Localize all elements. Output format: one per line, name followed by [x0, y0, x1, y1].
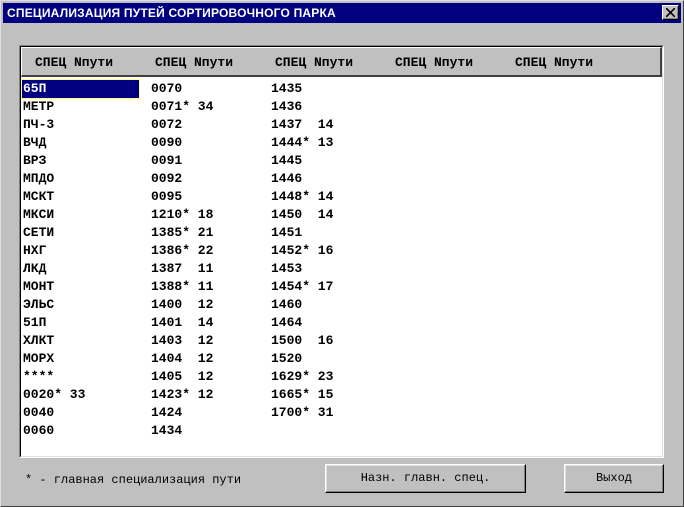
list-item[interactable]: 0071* 34: [150, 98, 217, 116]
header-col-1: СПЕЦ Nпути: [35, 55, 114, 70]
list-item[interactable]: ЛКД: [22, 260, 139, 278]
list-column-2: 0070 0071* 34 0072 0090 0091 0092 0095 1210* 18…: [150, 80, 217, 440]
track-list[interactable]: СПЕЦ Nпути СПЕЦ Nпути СПЕЦ Nпути СПЕЦ Nп…: [19, 45, 664, 458]
list-item[interactable]: 1445: [270, 152, 337, 170]
list-item[interactable]: 1665* 15: [270, 386, 337, 404]
list-item[interactable]: МКСИ: [22, 206, 139, 224]
list-item[interactable]: 1500 16: [270, 332, 337, 350]
header-col-4: СПЕЦ Nпути: [395, 55, 474, 70]
list-item[interactable]: МОНТ: [22, 278, 139, 296]
list-item[interactable]: МПДО: [22, 170, 139, 188]
list-item[interactable]: 1464: [270, 314, 337, 332]
list-item[interactable]: 1403 12: [150, 332, 217, 350]
close-icon: [666, 8, 675, 17]
list-item[interactable]: 65П: [21, 79, 140, 99]
list-item[interactable]: 1437 14: [270, 116, 337, 134]
header-col-2: СПЕЦ Nпути: [155, 55, 234, 70]
list-item[interactable]: 1452* 16: [270, 242, 337, 260]
track-list-inner: СПЕЦ Nпути СПЕЦ Nпути СПЕЦ Nпути СПЕЦ Nп…: [20, 46, 663, 457]
list-column-1: 65П МЕТР ПЧ-3 ВЧД ВРЗ МПДО МСКТ МКСИ СЕТИ НХГ ЛКД М…: [21, 79, 140, 440]
list-item[interactable]: 0072: [150, 116, 217, 134]
title-bar: СПЕЦИАЛИЗАЦИЯ ПУТЕЙ СОРТИРОВОЧНОГО ПАРКА: [3, 3, 681, 23]
list-item[interactable]: 1629* 23: [270, 368, 337, 386]
list-item[interactable]: 0020* 33: [22, 386, 139, 404]
footnote: * - главная специализация пути: [25, 473, 242, 487]
list-item[interactable]: ХЛКТ: [22, 332, 139, 350]
list-item[interactable]: 1453: [270, 260, 337, 278]
list-item[interactable]: ЭЛЬС: [22, 296, 139, 314]
list-item[interactable]: ****: [22, 368, 139, 386]
list-item[interactable]: 0091: [150, 152, 217, 170]
list-item[interactable]: ПЧ-3: [22, 116, 139, 134]
list-item[interactable]: МЕТР: [22, 98, 139, 116]
list-item[interactable]: 1404 12: [150, 350, 217, 368]
list-item[interactable]: 1446: [270, 170, 337, 188]
header-col-3: СПЕЦ Nпути: [275, 55, 354, 70]
list-item[interactable]: 1387 11: [150, 260, 217, 278]
list-item[interactable]: МОРХ: [22, 350, 139, 368]
list-item[interactable]: НХГ: [22, 242, 139, 260]
list-item[interactable]: 0090: [150, 134, 217, 152]
list-item[interactable]: 1448* 14: [270, 188, 337, 206]
list-item[interactable]: 1388* 11: [150, 278, 217, 296]
list-item[interactable]: 1423* 12: [150, 386, 217, 404]
list-item[interactable]: 1460: [270, 296, 337, 314]
list-header: СПЕЦ Nпути СПЕЦ Nпути СПЕЦ Nпути СПЕЦ Nп…: [21, 47, 662, 77]
list-item[interactable]: 1450 14: [270, 206, 337, 224]
list-item[interactable]: 0040: [22, 404, 139, 422]
main-window: СПЕЦИАЛИЗАЦИЯ ПУТЕЙ СОРТИРОВОЧНОГО ПАРКА…: [0, 0, 684, 507]
list-item[interactable]: ВРЗ: [22, 152, 139, 170]
list-item[interactable]: 1700* 31: [270, 404, 337, 422]
list-item[interactable]: 0095: [150, 188, 217, 206]
list-item[interactable]: 1435: [270, 80, 337, 98]
list-item[interactable]: 1405 12: [150, 368, 217, 386]
list-item[interactable]: 1451: [270, 224, 337, 242]
list-item[interactable]: МСКТ: [22, 188, 139, 206]
list-item[interactable]: 1444* 13: [270, 134, 337, 152]
list-item[interactable]: СЕТИ: [22, 224, 139, 242]
list-item[interactable]: 1424: [150, 404, 217, 422]
list-item[interactable]: 1385* 21: [150, 224, 217, 242]
list-item[interactable]: 1400 12: [150, 296, 217, 314]
list-item[interactable]: 1434: [150, 422, 217, 440]
exit-button[interactable]: Выход: [564, 464, 664, 493]
list-item[interactable]: 1386* 22: [150, 242, 217, 260]
list-item[interactable]: 0092: [150, 170, 217, 188]
list-item[interactable]: ВЧД: [22, 134, 139, 152]
assign-main-spec-button[interactable]: Назн. главн. спец.: [325, 464, 526, 493]
list-item[interactable]: 0060: [22, 422, 139, 440]
list-item[interactable]: 0070: [150, 80, 217, 98]
header-col-5: СПЕЦ Nпути: [515, 55, 594, 70]
list-item[interactable]: 1401 14: [150, 314, 217, 332]
list-column-3: 1435 1436 1437 14 1444* 13 1445 1446 1448* 14 1…: [270, 80, 337, 422]
list-item[interactable]: 1520: [270, 350, 337, 368]
list-item[interactable]: 1436: [270, 98, 337, 116]
close-button[interactable]: [662, 5, 679, 20]
list-item[interactable]: 1210* 18: [150, 206, 217, 224]
window-title: СПЕЦИАЛИЗАЦИЯ ПУТЕЙ СОРТИРОВОЧНОГО ПАРКА: [7, 6, 336, 20]
list-item[interactable]: 1454* 17: [270, 278, 337, 296]
list-item[interactable]: 51П: [22, 314, 139, 332]
